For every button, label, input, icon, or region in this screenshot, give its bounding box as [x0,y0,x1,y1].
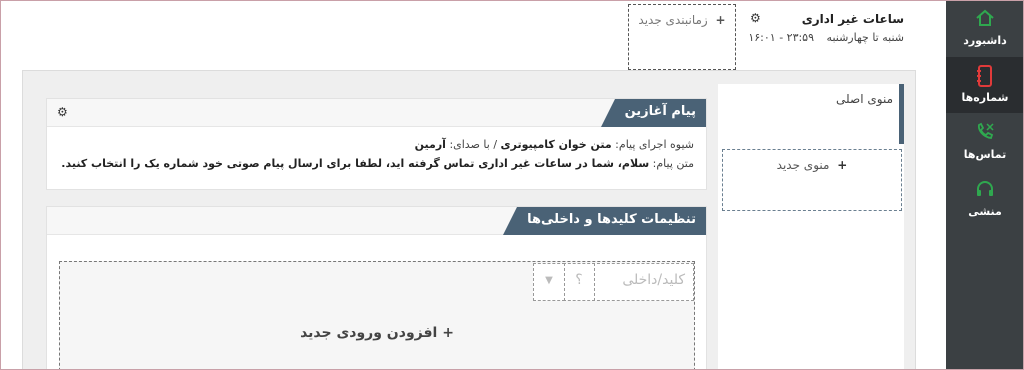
headset-icon [946,179,1024,201]
welcome-panel: پیام آغازین ⚙ شیوه اجرای پیام: متن خوان … [46,98,707,190]
panel-header: پیام آغازین ⚙ [47,99,706,127]
welcome-gear-icon[interactable]: ⚙ [57,105,68,119]
keys-panel-title: تنظیمات کلیدها و داخلی‌ها [503,207,706,235]
mode-prefix: شیوه اجرای پیام: [615,138,694,151]
schedule-title: ساعات غیر اداری [801,12,904,26]
top-area: + زمانبندی جدید ساعات غیر اداری شنبه تا … [0,0,946,70]
menu-main-label: منوی اصلی [836,92,893,106]
notebook-icon [946,65,1024,87]
voice-value: آرمین [414,138,446,151]
key-help-button[interactable]: ؟ [563,263,595,301]
sidebar-item-label: شماره‌ها [961,91,1009,104]
home-icon [946,8,1024,30]
sidebar-item-numbers[interactable]: شماره‌ها [946,57,1024,113]
sidebar-item-dashboard[interactable]: داشبورد [946,0,1024,56]
text-prefix: متن پیام: [652,157,694,170]
key-extension-input[interactable]: کلید/داخلی [592,263,694,301]
schedule-card[interactable]: ساعات غیر اداری شنبه تا چهارشنبه ۱۶:۰۱ -… [742,4,912,68]
add-menu-button[interactable]: + منوی جدید [722,149,902,211]
message-mode-line: شیوه اجرای پیام: متن خوان کامپیوتری / با… [415,138,694,151]
sidebar-item-label: داشبورد [963,34,1007,47]
plus-icon: + [837,158,848,172]
text-value: سلام، شما در ساعات غیر اداری تماس گرفته … [61,157,650,170]
add-menu-label: منوی جدید [776,158,830,172]
phone-call-icon [946,122,1024,144]
schedule-gear-icon[interactable]: ⚙ [750,11,761,25]
voice-prefix: / با صدای: [449,138,498,151]
schedule-days: شنبه تا چهارشنبه [826,31,904,44]
add-schedule-label: زمانبندی جدید [638,13,708,27]
sidebar-item-label: منشی [968,205,1002,218]
panel-header: تنظیمات کلیدها و داخلی‌ها [47,207,706,235]
chevron-down-icon[interactable]: ▼ [533,263,565,301]
add-schedule-button[interactable]: + زمانبندی جدید [628,4,736,70]
menu-item-main[interactable]: منوی اصلی [718,84,904,144]
add-entry-button[interactable]: + افزودن ورودی جدید [59,325,695,341]
keys-panel: تنظیمات کلیدها و داخلی‌ها کلید/داخلی ؟ ▼… [46,206,707,370]
message-text-line: متن پیام: سلام، شما در ساعات غیر اداری ت… [61,157,694,170]
schedule-hours: ۱۶:۰۱ - ۲۳:۵۹ [748,31,814,44]
welcome-panel-title: پیام آغازین [600,99,706,127]
sidebar-item-secretary[interactable]: منشی [946,171,1024,227]
sidebar-item-label: تماس‌ها [963,148,1007,161]
sidebar: داشبورد شماره‌ها تماس‌ها منشی [946,0,1024,370]
mode-value: متن خوان کامپیوتری [500,138,612,151]
sidebar-item-calls[interactable]: تماس‌ها [946,114,1024,170]
plus-icon: + [715,13,726,27]
